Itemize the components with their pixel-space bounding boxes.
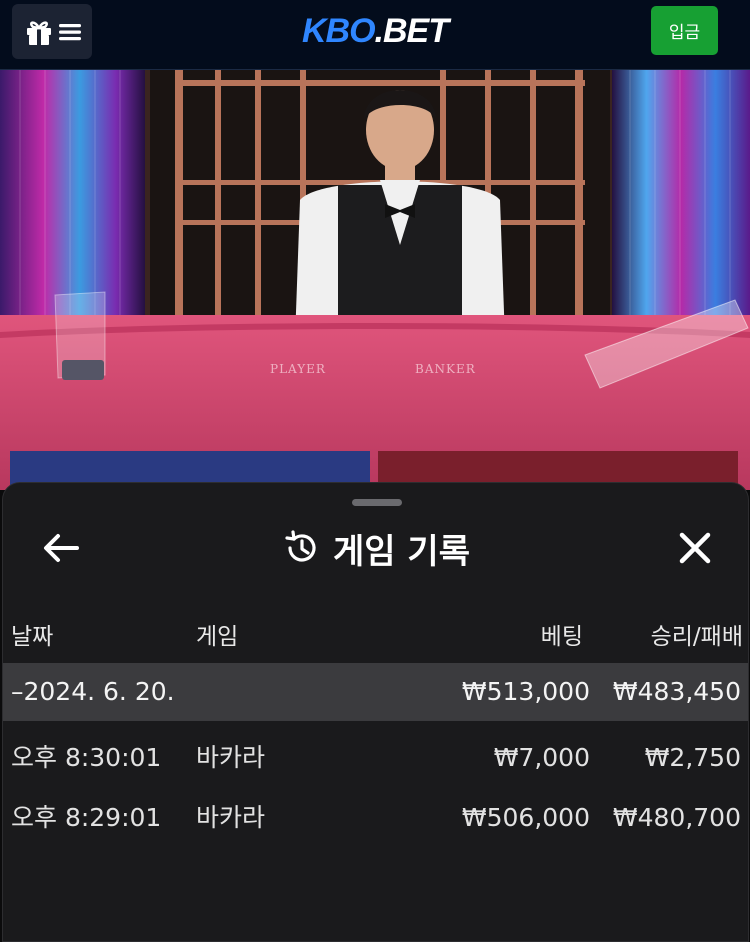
game-history-sheet: 게임 기록 날짜 게임 베팅 승리/패배 –2024. 6. 20. ₩513,… xyxy=(2,482,749,942)
logo-kbo: KBO xyxy=(301,12,376,50)
brand-logo[interactable]: KBO.BET xyxy=(0,12,750,51)
row-win-loss: ₩480,700 xyxy=(612,803,741,832)
row-time: 오후 8:30:01 xyxy=(11,743,162,772)
table-label-banker: BANKER xyxy=(415,362,476,376)
column-header-win-loss[interactable]: 승리/패배 xyxy=(603,617,743,651)
row-time: 오후 8:29:01 xyxy=(11,803,162,832)
group-win-loss-total: ₩483,450 xyxy=(612,677,741,706)
sheet-title: 게임 기록 xyxy=(333,531,470,572)
row-game: 바카라 xyxy=(196,743,266,772)
group-date: –2024. 6. 20. xyxy=(11,677,175,706)
deposit-button[interactable]: 입금 xyxy=(651,6,718,55)
row-bet: ₩506,000 xyxy=(461,803,590,832)
row-bet: ₩7,000 xyxy=(493,743,590,772)
live-dealer-video: PLAYER BANKER xyxy=(0,70,750,490)
logo-dot: . xyxy=(374,12,385,50)
row-win-loss: ₩2,750 xyxy=(644,743,741,772)
close-icon[interactable] xyxy=(675,528,715,568)
group-bet-total: ₩513,000 xyxy=(461,677,590,706)
top-bar: KBO.BET 입금 xyxy=(0,0,750,70)
column-header-bet[interactable]: 베팅 xyxy=(483,617,583,651)
sheet-title-bar: 게임 기록 xyxy=(3,525,750,572)
history-icon xyxy=(285,530,316,562)
history-date-group-row[interactable]: –2024. 6. 20. ₩513,000 ₩483,450 xyxy=(3,663,748,721)
column-header-game[interactable]: 게임 xyxy=(196,617,238,651)
table-label-player: PLAYER xyxy=(270,362,326,376)
row-game: 바카라 xyxy=(196,803,266,832)
column-header-date[interactable]: 날짜 xyxy=(11,617,53,651)
history-row[interactable]: 오후 8:29:01 바카라 ₩506,000 ₩480,700 xyxy=(3,789,748,847)
dealer-scene-illustration: PLAYER BANKER xyxy=(0,70,750,490)
drag-handle[interactable] xyxy=(352,499,402,506)
history-row[interactable]: 오후 8:30:01 바카라 ₩7,000 ₩2,750 xyxy=(3,729,748,787)
logo-bet: BET xyxy=(383,12,449,50)
